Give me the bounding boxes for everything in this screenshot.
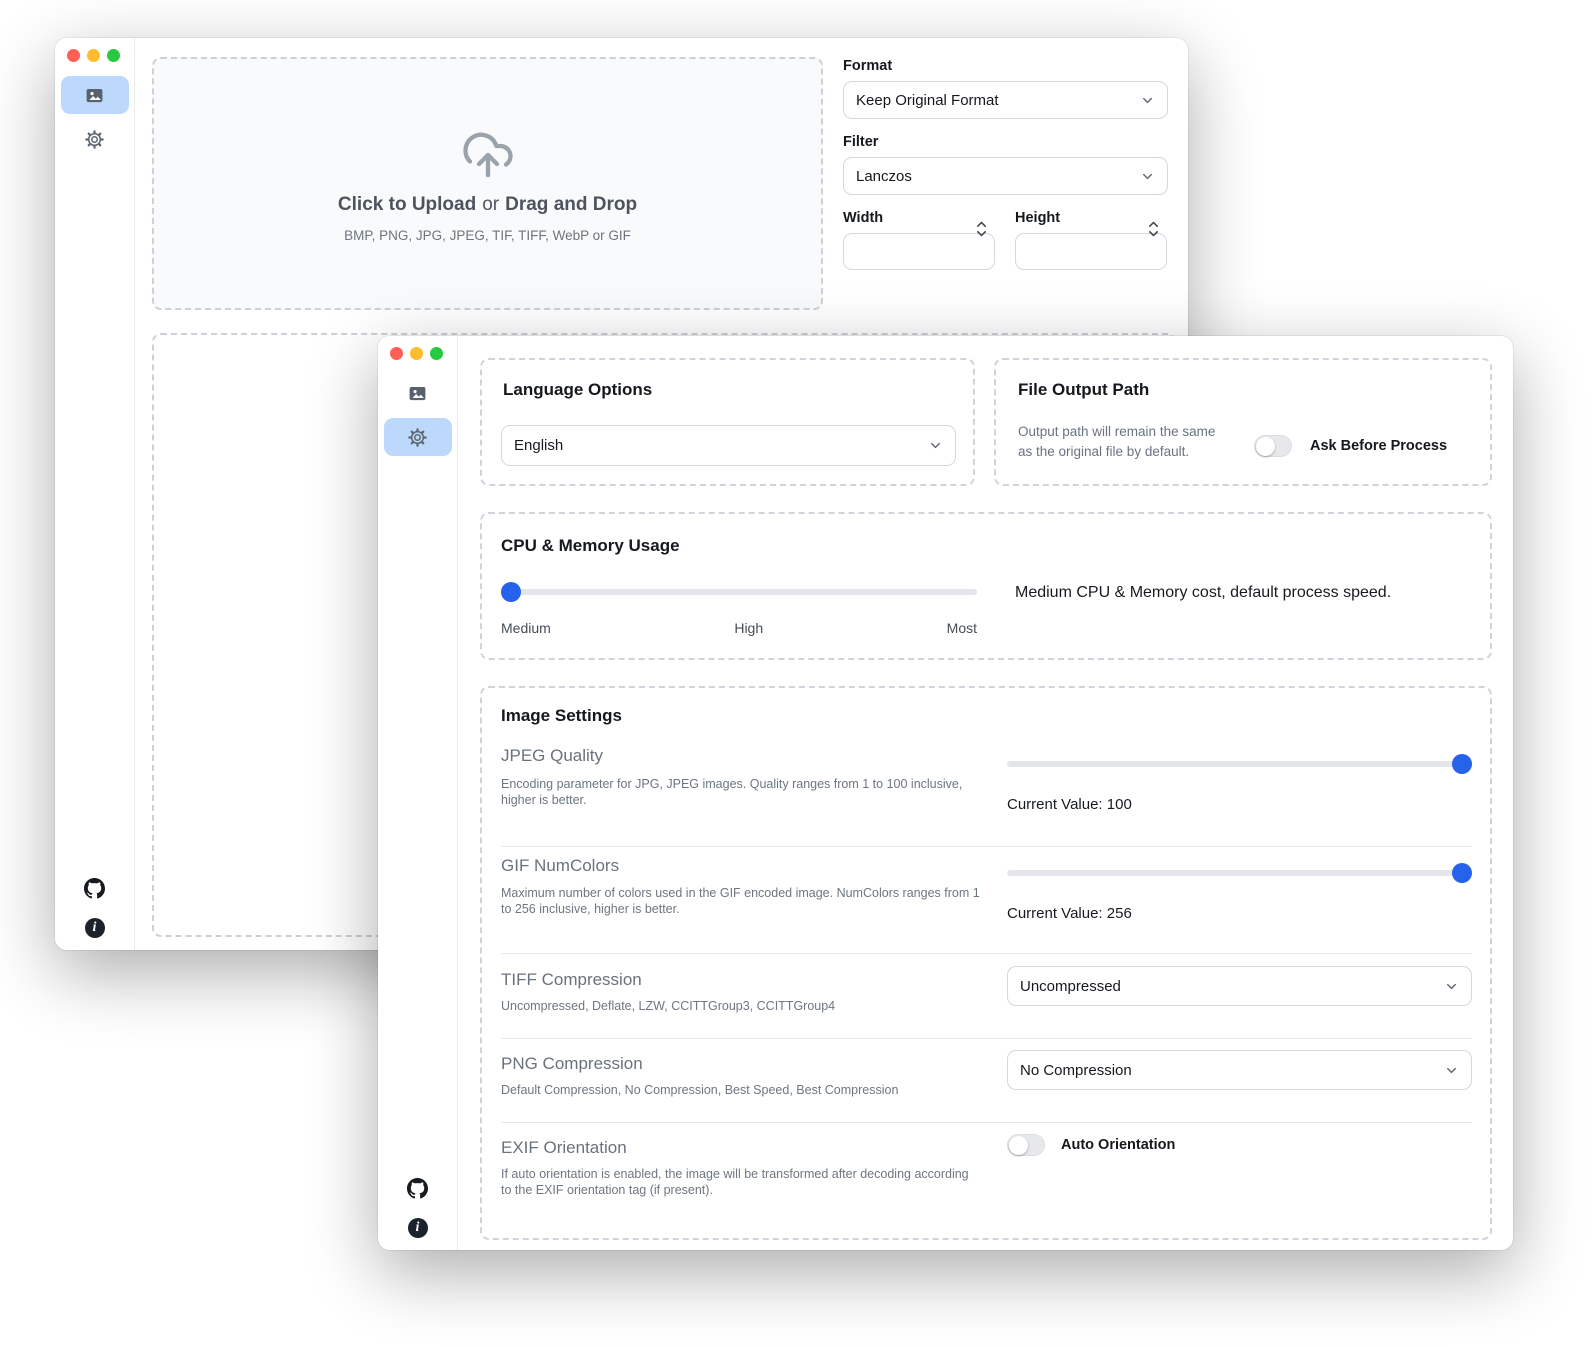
- output-path-description: Output path will remain the same as the …: [1018, 422, 1258, 462]
- format-label: Format: [843, 58, 1168, 74]
- cpu-memory-title: CPU & Memory Usage: [501, 536, 680, 556]
- jpeg-quality-slider-thumb[interactable]: [1452, 754, 1472, 774]
- png-compression-title: PNG Compression: [501, 1054, 643, 1074]
- cloud-upload-icon: [461, 128, 515, 182]
- tiff-compression-title: TIFF Compression: [501, 970, 642, 990]
- width-label: Width: [843, 210, 995, 226]
- sidebar-item-settings[interactable]: [61, 120, 129, 158]
- gif-numcolors-slider-thumb[interactable]: [1452, 863, 1472, 883]
- cpu-memory-status-text: Medium CPU & Memory cost, default proces…: [1015, 584, 1391, 602]
- sidebar-item-settings[interactable]: [384, 418, 452, 456]
- minimize-button[interactable]: [410, 347, 423, 360]
- auto-orientation-label: Auto Orientation: [1061, 1137, 1175, 1153]
- sidebar-item-images[interactable]: [384, 374, 452, 412]
- jpeg-quality-slider[interactable]: [1007, 761, 1472, 767]
- gif-numcolors-title: GIF NumColors: [501, 856, 619, 876]
- chevron-down-icon: [928, 438, 943, 453]
- gif-numcolors-current-value: Current Value: 256: [1007, 905, 1132, 922]
- exif-orientation-title: EXIF Orientation: [501, 1138, 627, 1158]
- row-divider: [501, 953, 1472, 954]
- row-divider: [501, 1122, 1472, 1123]
- window-controls: [67, 49, 120, 62]
- settings-window: i Language Options English File Output P…: [378, 336, 1513, 1250]
- height-input[interactable]: [1015, 233, 1167, 270]
- file-output-path-title: File Output Path: [1018, 380, 1149, 400]
- image-icon: [407, 383, 428, 404]
- close-button[interactable]: [67, 49, 80, 62]
- png-compression-select[interactable]: No Compression: [1007, 1050, 1472, 1090]
- chevron-down-icon: [1140, 93, 1155, 108]
- maximize-button[interactable]: [430, 347, 443, 360]
- format-select[interactable]: Keep Original Format: [843, 81, 1168, 119]
- file-output-path-card: File Output Path Output path will remain…: [994, 358, 1492, 486]
- convert-options-panel: Format Keep Original Format Filter Lancz…: [843, 58, 1168, 270]
- row-divider: [501, 846, 1472, 847]
- gear-icon: [407, 427, 428, 448]
- width-input[interactable]: [843, 233, 995, 270]
- dropzone-title: Click to Upload or Drag and Drop: [338, 194, 637, 216]
- info-icon[interactable]: i: [85, 918, 105, 938]
- chevron-down-icon: [1444, 979, 1459, 994]
- sidebar-item-images[interactable]: [61, 76, 129, 114]
- cpu-memory-card: CPU & Memory Usage Medium High Most Medi…: [480, 512, 1492, 660]
- language-select[interactable]: English: [501, 425, 956, 466]
- language-options-card: Language Options English: [480, 358, 975, 486]
- stepper-icon[interactable]: [975, 218, 988, 240]
- cpu-memory-slider[interactable]: [501, 589, 977, 595]
- upload-dropzone[interactable]: Click to Upload or Drag and Drop BMP, PN…: [152, 57, 823, 310]
- tiff-compression-description: Uncompressed, Deflate, LZW, CCITTGroup3,…: [501, 998, 981, 1014]
- image-settings-title: Image Settings: [501, 706, 622, 726]
- ask-before-process-label: Ask Before Process: [1310, 438, 1447, 454]
- github-icon[interactable]: [84, 878, 105, 899]
- png-compression-description: Default Compression, No Compression, Bes…: [501, 1082, 981, 1098]
- sidebar: i: [55, 38, 135, 950]
- jpeg-quality-title: JPEG Quality: [501, 746, 603, 766]
- github-icon[interactable]: [407, 1178, 428, 1199]
- jpeg-quality-current-value: Current Value: 100: [1007, 796, 1132, 813]
- window-controls: [390, 347, 443, 360]
- chevron-down-icon: [1140, 169, 1155, 184]
- chevron-down-icon: [1444, 1063, 1459, 1078]
- filter-label: Filter: [843, 134, 1168, 150]
- gif-numcolors-description: Maximum number of colors used in the GIF…: [501, 885, 981, 917]
- image-settings-card: Image Settings JPEG Quality Encoding par…: [480, 686, 1492, 1240]
- sidebar-footer: i: [55, 878, 134, 938]
- ask-before-process-toggle[interactable]: [1254, 435, 1292, 457]
- dropzone-supported-formats: BMP, PNG, JPG, JPEG, TIF, TIFF, WebP or …: [344, 228, 631, 243]
- gear-icon: [84, 129, 105, 150]
- language-options-title: Language Options: [503, 380, 652, 400]
- filter-select[interactable]: Lanczos: [843, 157, 1168, 195]
- stepper-icon[interactable]: [1147, 218, 1160, 240]
- height-label: Height: [1015, 210, 1167, 226]
- jpeg-quality-description: Encoding parameter for JPG, JPEG images.…: [501, 776, 981, 808]
- image-icon: [84, 85, 105, 106]
- sidebar-footer: i: [378, 1178, 457, 1238]
- row-divider: [501, 1038, 1472, 1039]
- cpu-memory-slider-thumb[interactable]: [501, 582, 521, 602]
- exif-orientation-description: If auto orientation is enabled, the imag…: [501, 1166, 981, 1198]
- auto-orientation-toggle[interactable]: [1007, 1134, 1045, 1156]
- maximize-button[interactable]: [107, 49, 120, 62]
- close-button[interactable]: [390, 347, 403, 360]
- tiff-compression-select[interactable]: Uncompressed: [1007, 966, 1472, 1006]
- minimize-button[interactable]: [87, 49, 100, 62]
- cpu-memory-tick-labels: Medium High Most: [501, 620, 977, 636]
- sidebar: i: [378, 336, 458, 1250]
- info-icon[interactable]: i: [408, 1218, 428, 1238]
- gif-numcolors-slider[interactable]: [1007, 870, 1472, 876]
